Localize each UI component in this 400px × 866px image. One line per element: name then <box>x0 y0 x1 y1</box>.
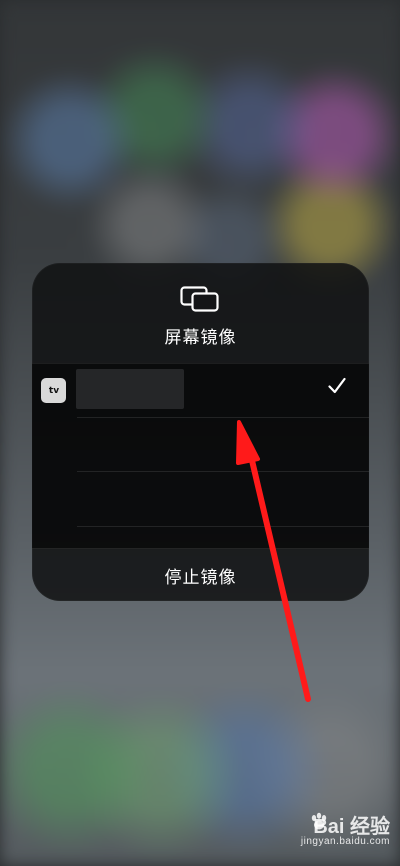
device-row-apple-tv[interactable]: tv <box>32 364 369 418</box>
screen-mirroring-icon <box>180 286 219 312</box>
device-list: tv <box>32 363 369 549</box>
checkmark-icon <box>328 377 346 394</box>
watermark: Bai 经验 jingyan.baidu.com <box>265 810 390 858</box>
panel-title: 屏幕镜像 <box>164 328 237 348</box>
watermark-brand: Bai 经验 <box>313 816 390 838</box>
apple-tv-icon: tv <box>41 378 66 403</box>
row-divider <box>77 526 369 527</box>
device-row-empty[interactable] <box>32 418 369 472</box>
stop-mirroring-button[interactable]: 停止镜像 <box>32 548 369 601</box>
screen-mirroring-panel: 屏幕镜像 tv 停止镜像 <box>32 263 369 601</box>
apple-tv-icon-label: tv <box>48 385 60 396</box>
device-row-empty[interactable] <box>32 472 369 527</box>
watermark-url: jingyan.baidu.com <box>300 836 390 847</box>
device-name-redacted <box>76 369 184 409</box>
